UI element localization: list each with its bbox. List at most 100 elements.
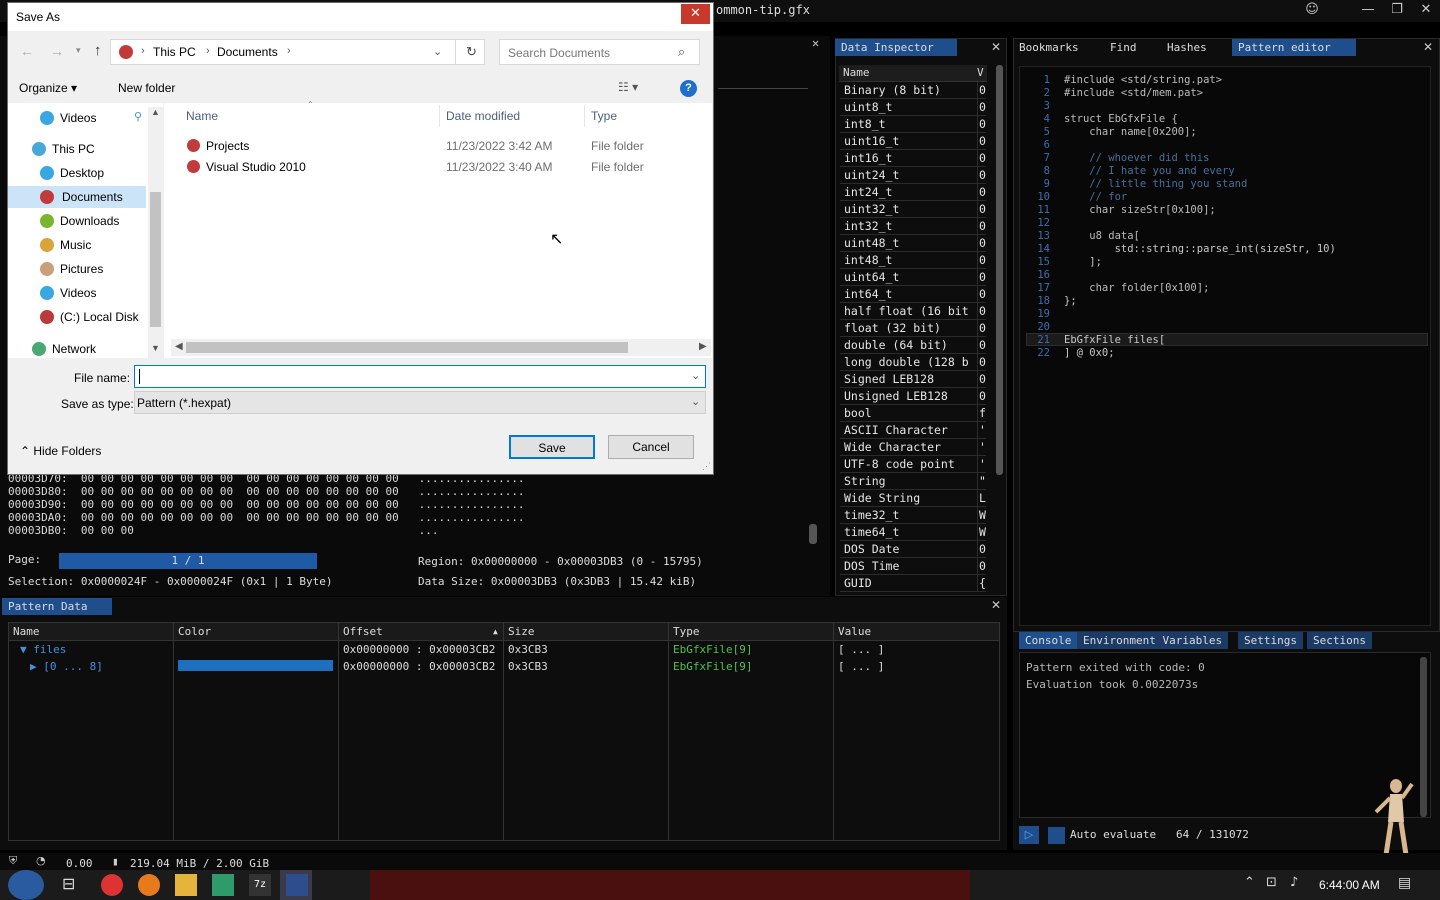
inspector-row[interactable]: int32_t 0 xyxy=(840,218,986,235)
sidebar-item[interactable]: Desktop xyxy=(40,162,146,184)
inspector-row[interactable]: double (64 bit) 0 xyxy=(840,337,986,354)
tray-chevron-icon[interactable]: ⌃ xyxy=(1244,875,1255,890)
list-item[interactable]: Projects 11/23/2022 3:42 AM File folder xyxy=(178,136,698,156)
horizontal-scrollbar[interactable]: ◀ ▶ xyxy=(171,339,711,356)
col-type[interactable]: Type xyxy=(673,624,700,640)
up-arrow-icon[interactable]: ↑ xyxy=(94,42,102,59)
inspector-row[interactable]: uint16_t 0 xyxy=(840,133,986,150)
code-line[interactable]: ] @ 0x0; xyxy=(1064,347,1115,359)
close-window-button[interactable]: ✕ xyxy=(1411,0,1440,22)
inspector-row[interactable]: uint24_t 0 xyxy=(840,167,986,184)
inspector-row[interactable]: int24_t 0 xyxy=(840,184,986,201)
hex-row[interactable]: 00003DA0: 00 00 00 00 00 00 00 00 00 00 … xyxy=(8,511,525,524)
nav-scrollbar[interactable]: ▲ ▼ xyxy=(148,107,163,359)
collapse-icon[interactable]: ▶ xyxy=(30,660,37,673)
organize-menu[interactable]: Organize ▾ xyxy=(19,81,77,95)
inspector-row[interactable]: time32_t W xyxy=(840,507,986,524)
sidebar-item[interactable]: Documents xyxy=(8,186,146,208)
sidebar-item[interactable]: Pictures xyxy=(40,258,146,280)
code-line[interactable]: char folder[0x100]; xyxy=(1064,282,1209,294)
clock[interactable]: 6:44:00 AM xyxy=(1319,878,1380,892)
code-line[interactable]: EbGfxFile files[ xyxy=(1064,334,1165,346)
resize-grip-icon[interactable]: ⋰ xyxy=(702,461,711,472)
chrome-icon[interactable] xyxy=(101,874,123,896)
back-arrow-icon[interactable]: ← xyxy=(20,43,34,59)
code-line[interactable]: // I hate you and every xyxy=(1064,165,1234,177)
sidebar-item[interactable]: Videos xyxy=(40,282,146,304)
inspector-row[interactable]: DOS Date 0 xyxy=(840,541,986,558)
inspector-row[interactable]: long double (128 b 0 xyxy=(840,354,986,371)
inspector-row[interactable]: int64_t 0 xyxy=(840,286,986,303)
search-input[interactable]: Search Documents ⌕ xyxy=(499,39,700,65)
inspector-row[interactable]: time64_t W xyxy=(840,524,986,541)
code-line[interactable]: // for xyxy=(1064,191,1127,203)
inspector-row[interactable]: uint8_t 0 xyxy=(840,99,986,116)
tab-sections[interactable]: Sections xyxy=(1307,632,1372,649)
code-line[interactable]: // little thing you stand xyxy=(1064,178,1247,190)
auto-evaluate-checkbox[interactable] xyxy=(1048,827,1065,844)
col-offset[interactable]: Offset xyxy=(343,624,383,640)
inspector-row[interactable]: half float (16 bit 0 xyxy=(840,303,986,320)
col-date-modified[interactable]: Date modified xyxy=(446,109,520,123)
hex-close-icon[interactable]: ✕ xyxy=(812,36,828,52)
inspector-row[interactable]: DOS Time 0 xyxy=(840,558,986,575)
hide-folders-button[interactable]: ⌃ Hide Folders xyxy=(20,444,101,458)
tab-pattern-data[interactable]: Pattern Data xyxy=(2,598,112,615)
new-folder-button[interactable]: New folder xyxy=(118,81,175,95)
right-close-icon[interactable]: ✕ xyxy=(1423,40,1433,54)
tab-find[interactable]: Find xyxy=(1104,39,1143,56)
tab-settings[interactable]: Settings xyxy=(1238,632,1303,649)
save-as-type-select[interactable]: Pattern (*.hexpat) ⌄ xyxy=(134,391,706,414)
breadcrumb-this-pc[interactable]: This PC xyxy=(153,45,196,59)
tab-bookmarks[interactable]: Bookmarks xyxy=(1013,39,1085,56)
volume-icon[interactable]: ♪ xyxy=(1290,875,1298,890)
sidebar-item[interactable]: Music xyxy=(40,234,146,256)
inspector-row[interactable]: Wide Character ' xyxy=(840,439,986,456)
inspector-row[interactable]: int16_t 0 xyxy=(840,150,986,167)
tab-pattern-editor[interactable]: Pattern editor xyxy=(1232,39,1356,56)
hex-row[interactable]: 00003D80: 00 00 00 00 00 00 00 00 00 00 … xyxy=(8,485,525,498)
breadcrumb-documents[interactable]: Documents xyxy=(217,45,278,59)
minimize-button[interactable]: — xyxy=(1353,0,1383,22)
col-color[interactable]: Color xyxy=(178,624,211,640)
list-item[interactable]: Visual Studio 2010 11/23/2022 3:40 AM Fi… xyxy=(178,157,698,177)
restore-button[interactable]: ❐ xyxy=(1382,0,1412,22)
file-name-field[interactable]: ⌄ xyxy=(134,365,706,388)
inspector-row[interactable]: ASCII Character ' xyxy=(840,422,986,439)
hex-row[interactable]: 00003DB0: 00 00 00 ... xyxy=(8,524,438,537)
col-type[interactable]: Type xyxy=(591,109,617,123)
inspector-row[interactable]: Signed LEB128 0 xyxy=(840,371,986,388)
save-button[interactable]: Save xyxy=(509,435,595,459)
col-name[interactable]: Name xyxy=(186,109,218,123)
code-line[interactable]: ]; xyxy=(1064,256,1102,268)
firefox-icon[interactable] xyxy=(138,874,160,896)
pattern-data-close-icon[interactable]: ✕ xyxy=(991,598,1001,612)
expand-icon[interactable]: ▼ xyxy=(20,643,27,656)
smiley-icon[interactable]: ☺ xyxy=(1297,0,1327,22)
inspector-row[interactable]: int8_t 0 xyxy=(840,116,986,133)
inspector-row[interactable]: uint48_t 0 xyxy=(840,235,986,252)
sidebar-item[interactable]: Videos xyxy=(40,107,146,129)
cancel-button[interactable]: Cancel xyxy=(608,435,694,459)
help-icon[interactable]: ? xyxy=(680,80,697,97)
code-line[interactable]: char name[0x200]; xyxy=(1064,126,1196,138)
table-row[interactable]: ▼ files xyxy=(20,641,66,658)
tab-environment-variables[interactable]: Environment Variables xyxy=(1077,632,1229,649)
inspector-row[interactable]: String " xyxy=(840,473,986,490)
address-bar[interactable]: › This PC › Documents › ⌄ ↻ xyxy=(110,39,485,65)
col-value[interactable]: Value xyxy=(838,624,871,640)
inspector-row[interactable]: uint64_t 0 xyxy=(840,269,986,286)
code-line[interactable]: #include <std/string.pat> xyxy=(1064,74,1222,86)
notifications-icon[interactable]: ▤ xyxy=(1398,875,1411,891)
sidebar-item[interactable]: (C:) Local Disk xyxy=(40,306,146,328)
inspector-row[interactable]: Binary (8 bit) 0 xyxy=(840,82,986,99)
inspector-row[interactable]: int48_t 0 xyxy=(840,252,986,269)
col-name[interactable]: Name xyxy=(13,624,40,640)
code-line[interactable]: struct EbGfxFile { xyxy=(1064,113,1178,125)
chevron-down-icon[interactable]: ⌄ xyxy=(691,369,700,382)
code-line[interactable]: }; xyxy=(1064,295,1077,307)
inspector-row[interactable]: GUID { xyxy=(840,575,986,592)
code-line[interactable]: #include <std/mem.pat> xyxy=(1064,87,1203,99)
tab-console[interactable]: Console xyxy=(1019,632,1078,649)
code-line[interactable]: char sizeStr[0x100]; xyxy=(1064,204,1215,216)
